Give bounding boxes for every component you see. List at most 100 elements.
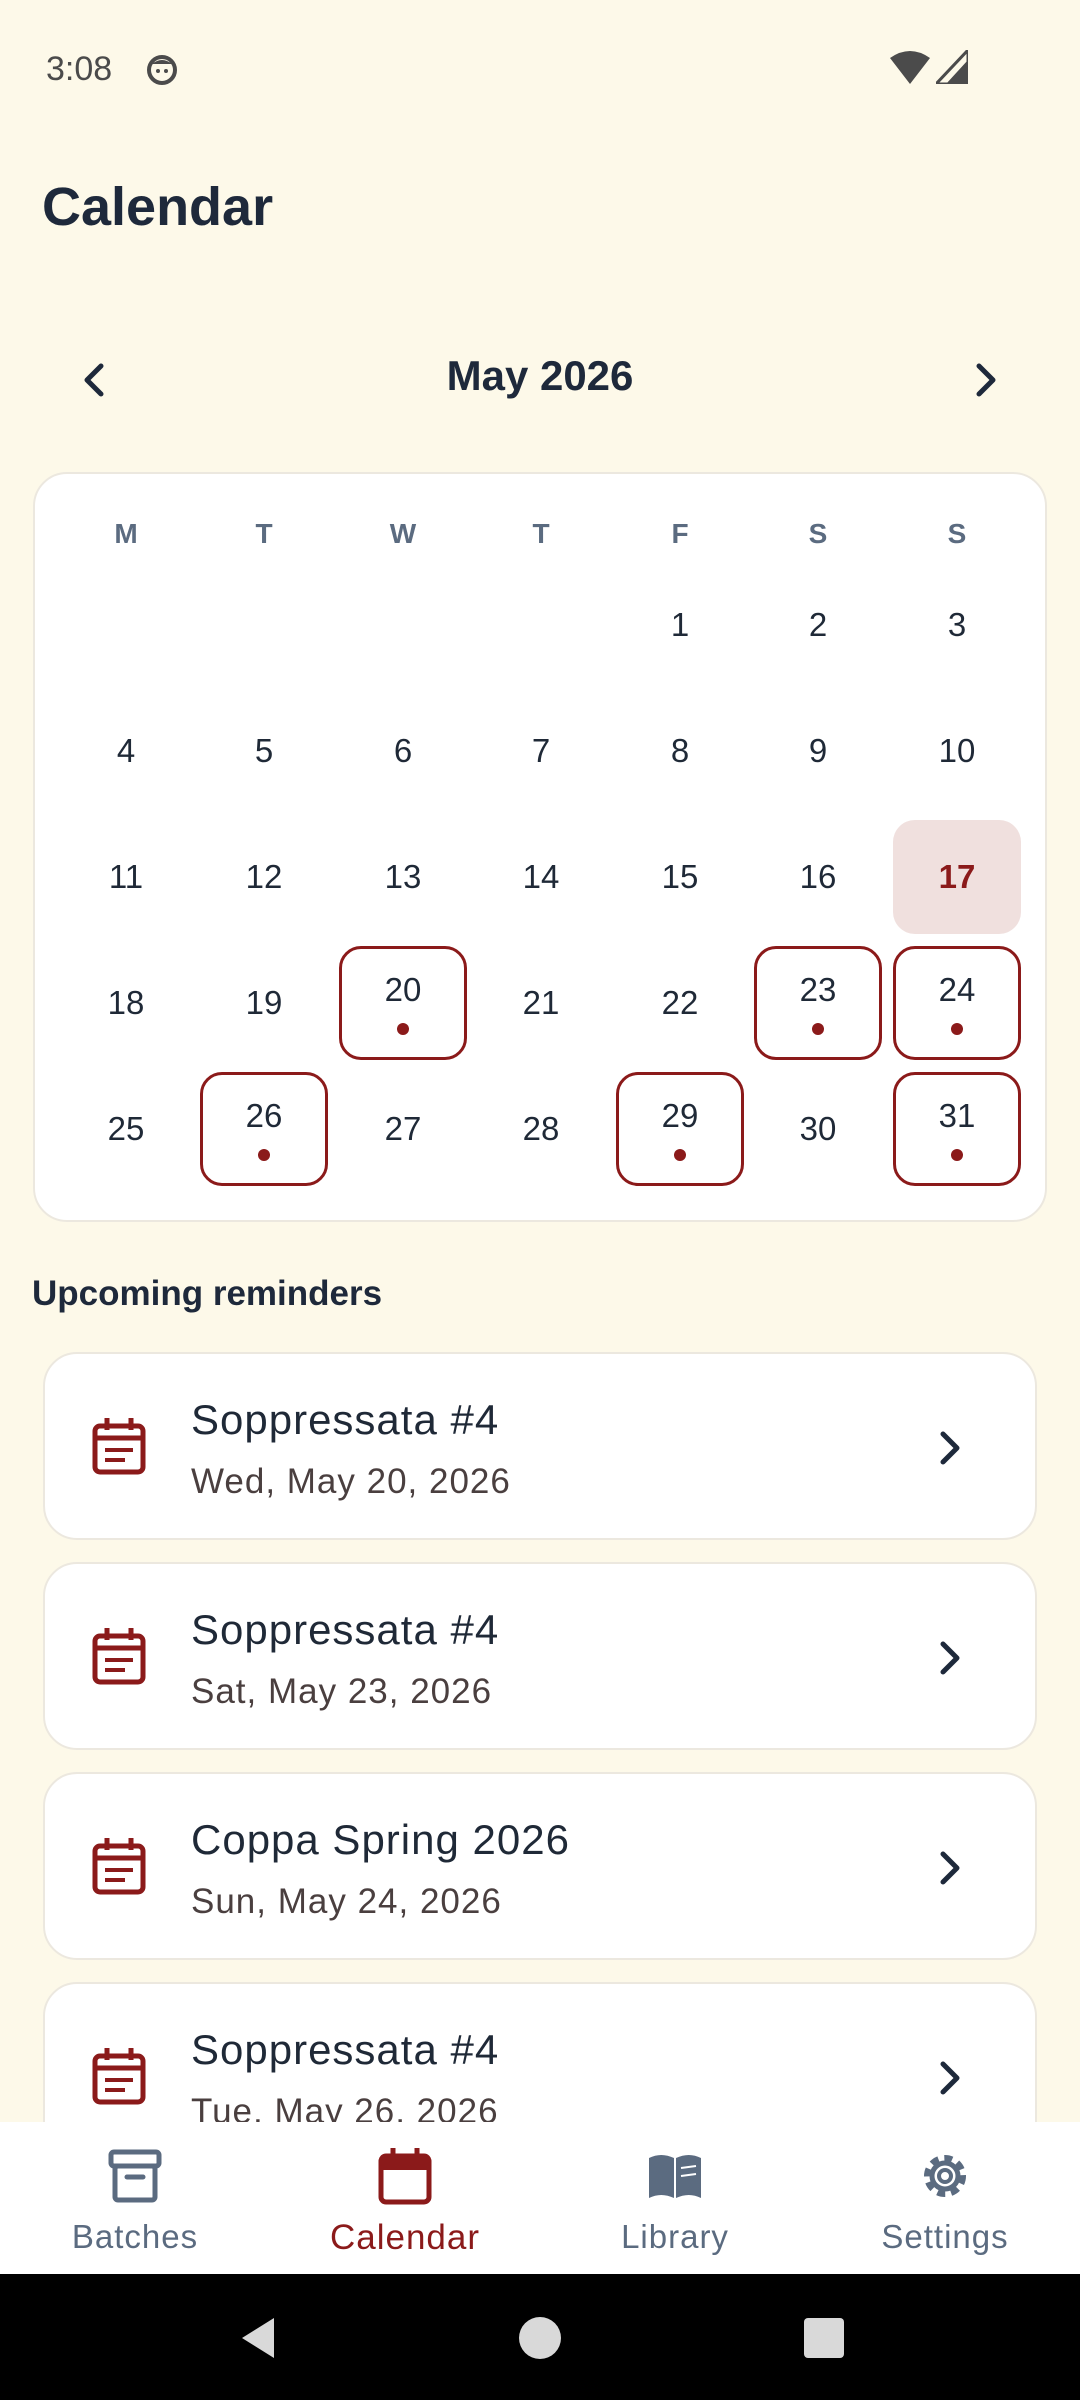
calendar-day[interactable]: 12 xyxy=(200,820,328,934)
reminder-title: Soppressata #4 xyxy=(191,1606,500,1653)
gear-icon xyxy=(924,2155,966,2197)
wifi-icon xyxy=(890,51,930,84)
reminder-date: Wed, May 20, 2026 xyxy=(191,1462,511,1501)
event-dot xyxy=(674,1149,686,1161)
event-dot xyxy=(951,1023,963,1035)
calendar-day[interactable]: 1 xyxy=(616,568,744,682)
day-number: 25 xyxy=(107,1110,145,1147)
archive-box-icon xyxy=(108,2149,162,2203)
status-time: 3:08 xyxy=(46,50,113,88)
day-number: 12 xyxy=(245,858,283,895)
reminder-title: Soppressata #4 xyxy=(191,1396,500,1443)
next-month-button[interactable] xyxy=(958,352,1014,408)
day-number: 20 xyxy=(384,971,422,1008)
reminder-date: Sat, May 23, 2026 xyxy=(191,1672,493,1711)
calendar-day[interactable]: 4 xyxy=(62,694,190,808)
weekday-label: S xyxy=(947,518,967,549)
bottom-navigation: Batches Calendar Library Settings xyxy=(0,2122,1080,2274)
day-number: 1 xyxy=(670,606,690,643)
day-number: 8 xyxy=(670,732,690,769)
day-number: 21 xyxy=(522,984,560,1021)
nav-label: Library xyxy=(621,2218,729,2255)
day-number: 17 xyxy=(938,858,976,895)
reminder-item[interactable]: Soppressata #4 Sat, May 23, 2026 xyxy=(43,1562,1037,1750)
day-number: 11 xyxy=(108,858,144,895)
reminder-item[interactable]: Soppressata #4 Tue, May 26, 2026 xyxy=(43,1982,1037,2122)
reminder-date: Sun, May 24, 2026 xyxy=(191,1882,502,1921)
calendar-day[interactable]: 2 xyxy=(754,568,882,682)
day-number: 28 xyxy=(522,1110,560,1147)
calendar-day[interactable]: 7 xyxy=(477,694,605,808)
calendar-day[interactable]: 25 xyxy=(62,1072,190,1186)
calendar-day[interactable]: 28 xyxy=(477,1072,605,1186)
home-icon[interactable] xyxy=(516,2314,564,2362)
calendar-day[interactable]: 21 xyxy=(477,946,605,1060)
nav-tab-calendar[interactable]: Calendar xyxy=(270,2122,540,2274)
nav-tab-batches[interactable]: Batches xyxy=(0,2122,270,2274)
day-number: 30 xyxy=(799,1110,837,1147)
day-number: 29 xyxy=(661,1097,699,1134)
reminder-title: Soppressata #4 xyxy=(191,2026,500,2073)
event-dot xyxy=(258,1149,270,1161)
status-bar: 3:08 xyxy=(0,0,1080,140)
day-number: 2 xyxy=(808,606,828,643)
calendar-day[interactable]: 14 xyxy=(477,820,605,934)
face-icon xyxy=(147,55,177,85)
calendar-day[interactable]: 6 xyxy=(339,694,467,808)
day-number: 3 xyxy=(947,606,967,643)
calendar-day[interactable]: 8 xyxy=(616,694,744,808)
calendar-day[interactable]: 11 xyxy=(62,820,190,934)
reminder-list: Soppressata #4 Wed, May 20, 2026 Soppres… xyxy=(0,1352,1080,2122)
calendar-day[interactable]: 26 xyxy=(200,1072,328,1186)
chevron-right-icon xyxy=(940,1641,960,1675)
day-number: 14 xyxy=(522,858,560,895)
calendar-day[interactable]: 19 xyxy=(200,946,328,1060)
day-number: 31 xyxy=(938,1097,976,1134)
calendar-day[interactable]: 15 xyxy=(616,820,744,934)
nav-label: Calendar xyxy=(329,2218,481,2257)
day-number: 19 xyxy=(245,984,283,1021)
day-number: 9 xyxy=(808,732,828,769)
calendar-day[interactable]: 10 xyxy=(893,694,1021,808)
calendar-grid: M T W T F S S 1 2 3 4 5 6 7 8 9 10 11 12 13 14 15 16 17 1… xyxy=(33,472,1047,1222)
weekday-label: F xyxy=(671,518,689,549)
nav-tab-library[interactable]: Library xyxy=(540,2122,810,2274)
calendar-day[interactable]: 31 xyxy=(893,1072,1021,1186)
day-number: 5 xyxy=(254,732,274,769)
upcoming-reminders-title: Upcoming reminders xyxy=(32,1274,383,1313)
recents-icon[interactable] xyxy=(800,2314,848,2362)
nav-tab-settings[interactable]: Settings xyxy=(810,2122,1080,2274)
reminder-item[interactable]: Soppressata #4 Wed, May 20, 2026 xyxy=(43,1352,1037,1540)
calendar-day[interactable]: 22 xyxy=(616,946,744,1060)
back-icon[interactable] xyxy=(234,2314,282,2362)
day-number: 18 xyxy=(107,984,145,1021)
calendar-day[interactable]: 23 xyxy=(754,946,882,1060)
calendar-day[interactable]: 24 xyxy=(893,946,1021,1060)
reminder-item[interactable]: Coppa Spring 2026 Sun, May 24, 2026 xyxy=(43,1772,1037,1960)
calendar-day[interactable]: 13 xyxy=(339,820,467,934)
day-number: 4 xyxy=(116,732,136,769)
event-dot xyxy=(951,1149,963,1161)
calendar-day-today[interactable]: 17 xyxy=(893,820,1021,934)
day-number: 23 xyxy=(799,971,837,1008)
calendar-day[interactable]: 20 xyxy=(339,946,467,1060)
nav-label: Settings xyxy=(881,2218,1009,2255)
day-number: 7 xyxy=(531,732,551,769)
day-number: 24 xyxy=(938,971,976,1008)
calendar-day[interactable]: 5 xyxy=(200,694,328,808)
reminder-title: Coppa Spring 2026 xyxy=(191,1816,570,1863)
calendar-day[interactable]: 27 xyxy=(339,1072,467,1186)
calendar-day[interactable]: 18 xyxy=(62,946,190,1060)
calendar-day[interactable]: 9 xyxy=(754,694,882,808)
page-title: Calendar xyxy=(42,177,274,237)
chevron-right-icon xyxy=(976,363,996,397)
calendar-event-icon xyxy=(92,1838,146,1895)
calendar-day[interactable]: 16 xyxy=(754,820,882,934)
calendar-day[interactable]: 3 xyxy=(893,568,1021,682)
open-book-icon xyxy=(649,2155,701,2198)
day-number: 13 xyxy=(384,858,422,895)
weekday-label: T xyxy=(532,518,550,549)
calendar-day[interactable]: 29 xyxy=(616,1072,744,1186)
reminder-date: Tue, May 26, 2026 xyxy=(191,2092,499,2122)
calendar-day[interactable]: 30 xyxy=(754,1072,882,1186)
